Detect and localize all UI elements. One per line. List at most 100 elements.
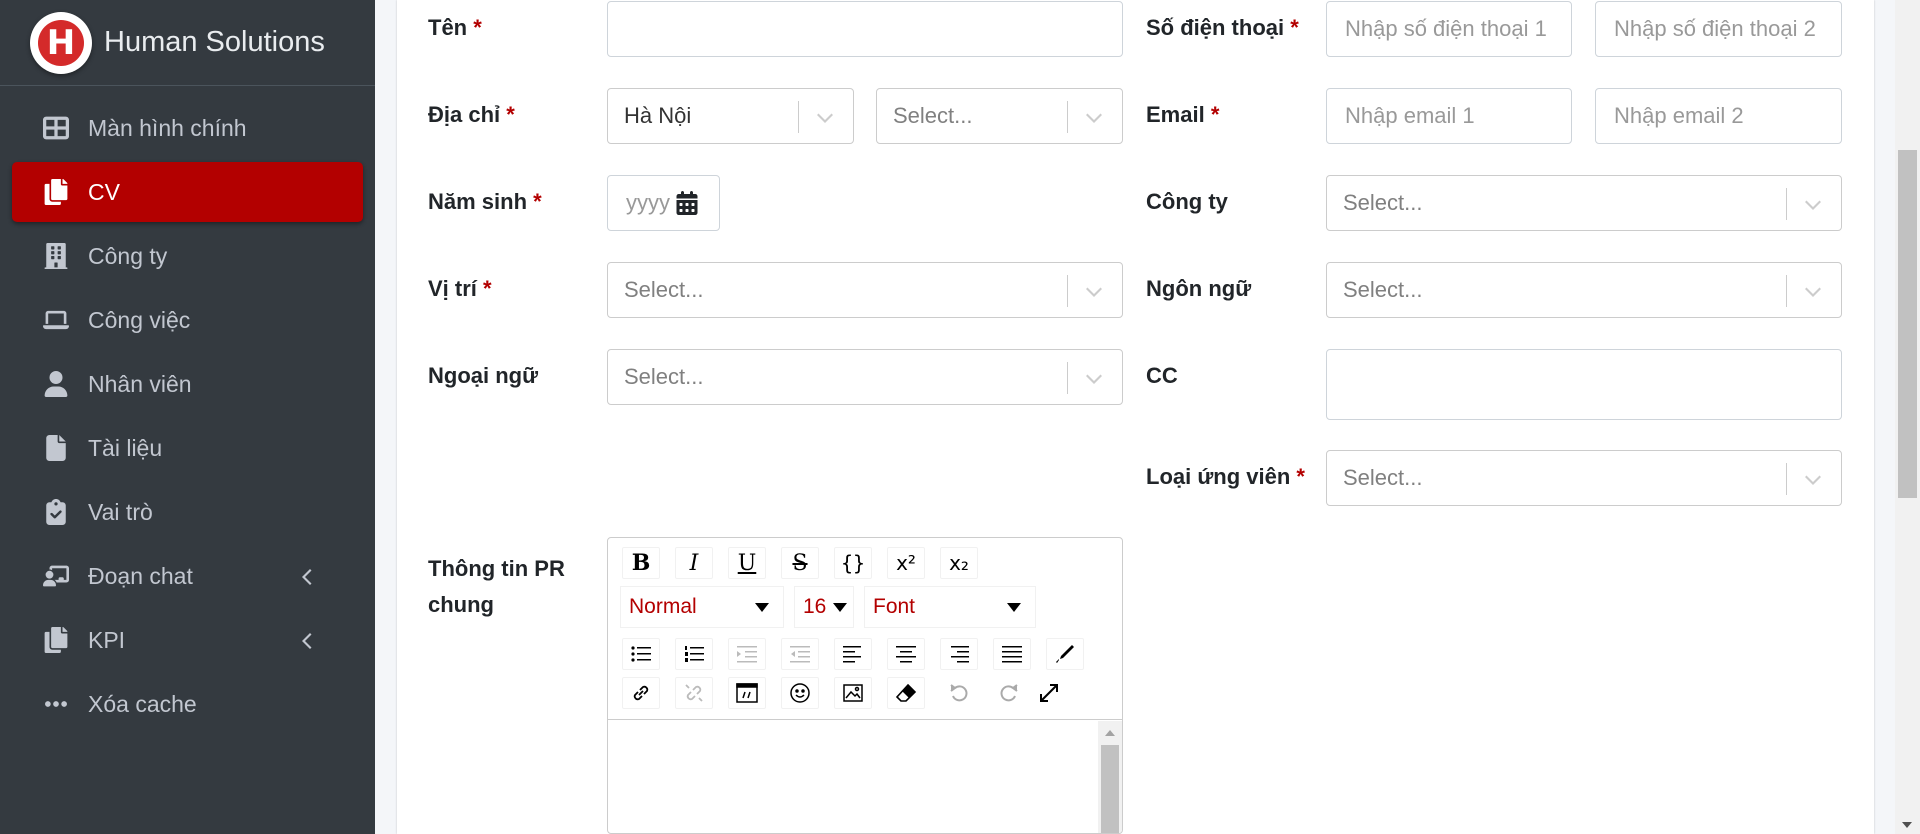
strikethrough-button[interactable]: S (781, 547, 819, 579)
sidebar-item-cong-ty[interactable]: Công ty (12, 226, 363, 286)
sidebar-item-nhan-vien[interactable]: Nhân viên (12, 354, 363, 414)
chalkboard-user-icon (42, 562, 70, 590)
so-dien-thoai-label: Số điện thoại * (1146, 15, 1299, 40)
emoji-icon[interactable] (781, 677, 819, 709)
sidebar-item-cong-viec[interactable]: Công việc (12, 290, 363, 350)
block-style-dropdown[interactable]: Normal (620, 586, 784, 628)
ellipsis-icon (42, 690, 70, 718)
sidebar-item-dashboard[interactable]: Màn hình chính (12, 98, 363, 158)
link-icon[interactable] (622, 677, 660, 709)
user-icon (42, 370, 70, 398)
email-1-input[interactable]: Nhập email 1 (1326, 88, 1572, 144)
candidate-type-select[interactable]: Select... (1326, 450, 1842, 506)
chevron-left-icon (299, 566, 313, 586)
sidebar-item-label: Nhân viên (88, 370, 192, 397)
image-icon[interactable] (834, 677, 872, 709)
page-scrollbar[interactable] (1895, 0, 1920, 834)
sidebar-item-label: Vai trò (88, 498, 153, 525)
chevron-down-icon[interactable] (1803, 470, 1823, 488)
rich-text-editor: B I U S {} x² x₂ Normal 16 Font (607, 537, 1123, 834)
building-icon (42, 242, 70, 270)
phone-1-input[interactable]: Nhập số điện thoại 1 (1326, 1, 1572, 57)
copy-icon (42, 626, 70, 654)
district-select[interactable]: Select... (876, 88, 1123, 144)
cong-ty-label: Công ty (1146, 189, 1228, 214)
language-select[interactable]: Select... (1326, 262, 1842, 318)
redo-icon[interactable] (990, 677, 1028, 709)
outdent-icon[interactable] (781, 638, 819, 670)
italic-button[interactable]: I (675, 547, 713, 579)
thong-tin-pr-label: Thông tin PR chung (428, 556, 565, 617)
chevron-down-icon[interactable] (815, 108, 835, 126)
scroll-up-arrow-icon[interactable] (1105, 730, 1115, 736)
caret-down-icon (833, 603, 847, 612)
chevron-down-icon[interactable] (1803, 282, 1823, 300)
sidebar-item-label: Tài liệu (88, 434, 163, 461)
sidebar: H Human Solutions Màn hình chính CV Công… (0, 0, 375, 834)
company-select[interactable]: Select... (1326, 175, 1842, 231)
ngon-ngu-label: Ngôn ngữ (1146, 276, 1252, 301)
indent-icon[interactable] (728, 638, 766, 670)
dashboard-icon (42, 114, 70, 142)
cc-label: CC (1146, 363, 1178, 388)
font-family-dropdown[interactable]: Font (864, 586, 1036, 628)
cc-input[interactable] (1326, 349, 1842, 420)
superscript-button[interactable]: x² (887, 547, 925, 579)
calendar-icon[interactable] (676, 191, 698, 215)
align-left-icon[interactable] (834, 638, 872, 670)
align-center-icon[interactable] (887, 638, 925, 670)
sidebar-item-label: Màn hình chính (88, 114, 247, 141)
ten-input[interactable] (607, 1, 1123, 57)
editor-content-area[interactable] (608, 721, 1122, 833)
sidebar-nav: Màn hình chính CV Công ty Công việc Nhân… (0, 86, 375, 734)
birth-year-input[interactable]: yyyy (607, 175, 720, 231)
color-picker-icon[interactable] (1046, 638, 1084, 670)
sidebar-item-xoa-cache[interactable]: Xóa cache (12, 674, 363, 734)
unordered-list-icon[interactable] (622, 638, 660, 670)
caret-down-icon (1007, 603, 1021, 612)
editor-scrollbar[interactable] (1098, 721, 1122, 833)
scroll-down-arrow-icon[interactable] (1902, 822, 1912, 828)
ordered-list-icon[interactable] (675, 638, 713, 670)
embed-icon[interactable] (728, 677, 766, 709)
editor-scrollbar-thumb[interactable] (1101, 745, 1119, 833)
ten-label: Tên * (428, 15, 482, 40)
sidebar-item-vai-tro[interactable]: Vai trò (12, 482, 363, 542)
align-right-icon[interactable] (940, 638, 978, 670)
page-scrollbar-thumb[interactable] (1898, 150, 1917, 498)
align-justify-icon[interactable] (993, 638, 1031, 670)
file-icon (42, 434, 70, 462)
subscript-button[interactable]: x₂ (940, 547, 978, 579)
underline-button[interactable]: U (728, 547, 766, 579)
position-select[interactable]: Select... (607, 262, 1123, 318)
fullscreen-icon[interactable] (1030, 677, 1068, 709)
ngoai-ngu-label: Ngoại ngữ (428, 363, 539, 388)
sidebar-item-cv[interactable]: CV (12, 162, 363, 222)
email-label: Email * (1146, 102, 1220, 127)
sidebar-item-label: Công việc (88, 306, 191, 333)
loai-ung-vien-label: Loại ứng viên * (1146, 464, 1305, 489)
brand-link[interactable]: H Human Solutions (0, 0, 375, 86)
sidebar-item-label: CV (88, 178, 120, 205)
brand-name: Human Solutions (104, 26, 325, 58)
phone-2-input[interactable]: Nhập số điện thoại 2 (1595, 1, 1842, 57)
chevron-down-icon[interactable] (1084, 369, 1104, 387)
dia-chi-label: Địa chỉ * (428, 102, 515, 127)
bold-button[interactable]: B (622, 547, 660, 579)
city-select[interactable]: Hà Nội (607, 88, 854, 144)
undo-icon[interactable] (940, 677, 978, 709)
font-size-dropdown[interactable]: 16 (794, 586, 854, 628)
sidebar-item-label: KPI (88, 626, 126, 653)
vi-tri-label: Vị trí * (428, 276, 492, 301)
eraser-icon[interactable] (887, 677, 925, 709)
sidebar-item-kpi[interactable]: KPI (12, 610, 363, 670)
chevron-down-icon[interactable] (1803, 195, 1823, 213)
chevron-down-icon[interactable] (1084, 108, 1104, 126)
unlink-icon[interactable] (675, 677, 713, 709)
email-2-input[interactable]: Nhập email 2 (1595, 88, 1842, 144)
code-button[interactable]: {} (834, 547, 872, 579)
foreign-language-select[interactable]: Select... (607, 349, 1123, 405)
chevron-down-icon[interactable] (1084, 282, 1104, 300)
sidebar-item-tai-lieu[interactable]: Tài liệu (12, 418, 363, 478)
sidebar-item-doan-chat[interactable]: Đoạn chat (12, 546, 363, 606)
